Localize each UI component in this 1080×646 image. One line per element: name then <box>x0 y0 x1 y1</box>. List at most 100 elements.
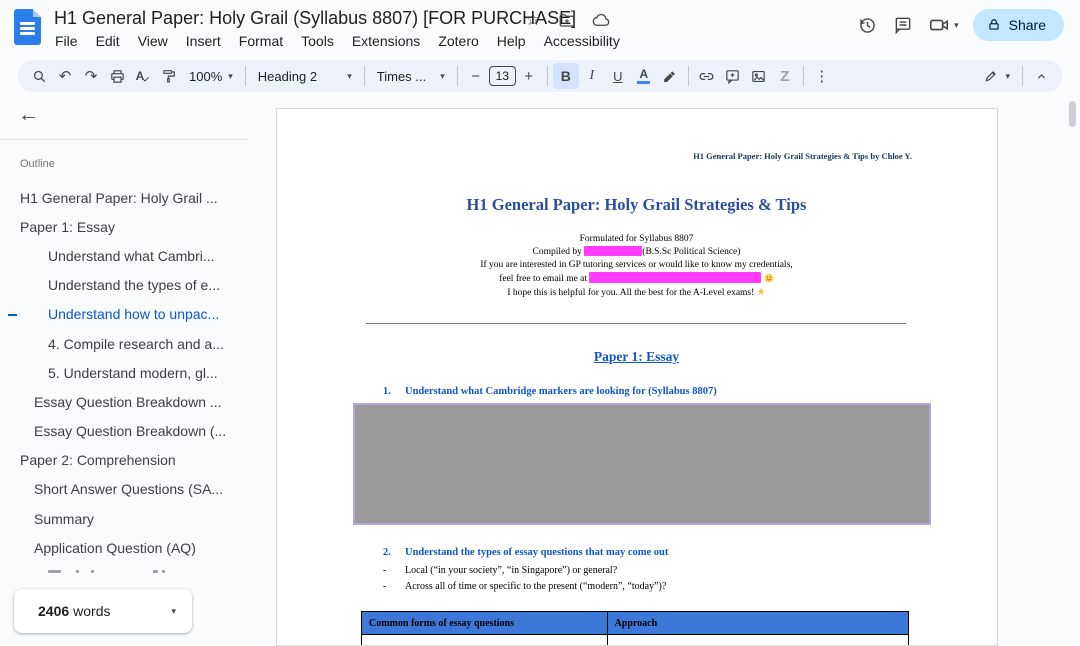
italic-button[interactable]: I <box>579 63 605 89</box>
undo-icon[interactable]: ↶ <box>52 63 78 89</box>
outline-item[interactable]: Paper 2: Comprehension <box>0 446 250 475</box>
intro-line2-prefix: Compiled by <box>533 247 582 257</box>
text-color-button[interactable]: A <box>631 63 657 89</box>
table-header-cell[interactable]: Approach <box>607 612 908 635</box>
print-icon[interactable] <box>104 63 130 89</box>
zoom-value: 100% <box>189 69 222 84</box>
intro-line5-text: I hope this is helpful for you. All the … <box>507 288 754 298</box>
outline-item[interactable]: Short Answer Questions (SA... <box>0 475 250 504</box>
intro-line-1[interactable]: Formulated for Syllabus 8807 <box>321 233 952 246</box>
table-header-cell[interactable]: Common forms of essay questions <box>362 612 608 635</box>
intro-line-4[interactable]: feel free to email me at <box>321 272 952 286</box>
outline-item[interactable]: Understand the types of e... <box>0 271 250 300</box>
numbered-heading-1[interactable]: 1. Understand what Cambridge markers are… <box>277 386 997 400</box>
outline-item[interactable]: H1 General Paper: Holy Grail ... <box>0 183 250 212</box>
menu-zotero[interactable]: Zotero <box>429 31 487 51</box>
zotero-icon[interactable]: Z <box>772 63 798 89</box>
highlight-color-icon[interactable] <box>657 63 683 89</box>
more-options-icon[interactable]: ⋮ <box>809 63 835 89</box>
document-title[interactable]: H1 General Paper: Holy Grail (Syllabus 8… <box>54 8 576 29</box>
outline-item[interactable]: Application Question (AQ) <box>0 533 250 562</box>
word-count-label: words <box>73 603 110 619</box>
bullet-text: Local (“in your society”, “in Singapore”… <box>405 565 617 576</box>
bullet-line-1[interactable]: - Local (“in your society”, “in Singapor… <box>277 565 997 578</box>
menu-tools[interactable]: Tools <box>292 31 343 51</box>
meet-call-button[interactable]: ▾ <box>928 14 959 36</box>
move-folder-icon[interactable] <box>556 9 578 31</box>
redacted-image-selected[interactable] <box>353 403 931 525</box>
outline-item[interactable]: 5. Understand modern, gl... <box>0 358 250 387</box>
insert-link-icon[interactable] <box>694 63 720 89</box>
menu-extensions[interactable]: Extensions <box>343 31 429 51</box>
chevron-down-icon: ▾ <box>347 72 352 81</box>
comments-icon[interactable] <box>892 14 914 36</box>
numbered-heading-2[interactable]: 2. Understand the types of essay questio… <box>277 547 997 561</box>
bullet-line-2[interactable]: - Across all of time or specific to the … <box>277 581 997 594</box>
share-button[interactable]: Share <box>973 9 1064 41</box>
doc-intro-block[interactable]: Formulated for Syllabus 8807 Compiled by… <box>321 233 952 300</box>
toolbar: ↶ ↷ A 100% ▾ Heading 2 ▾ Times ... ▾ − <box>18 60 1062 92</box>
font-family-value: Times ... <box>377 69 426 84</box>
version-history-icon[interactable] <box>856 14 878 36</box>
menu-insert[interactable]: Insert <box>177 31 230 51</box>
menu-file[interactable]: File <box>46 31 87 51</box>
word-count-widget[interactable]: 2406 words ▾ <box>14 589 192 633</box>
chevron-down-icon: ▾ <box>1005 72 1010 81</box>
cloud-saved-icon[interactable] <box>590 9 612 31</box>
outline-item[interactable]: Essay Question Breakdown (... <box>0 417 250 446</box>
outline-item[interactable]: Summary <box>0 504 250 533</box>
chevron-down-icon: ▾ <box>954 21 959 30</box>
paper1-heading[interactable]: Paper 1: Essay <box>321 349 952 365</box>
paragraph-style-select[interactable]: Heading 2 ▾ <box>251 63 359 89</box>
heading-text: Understand the types of essay questions … <box>405 547 668 558</box>
outline-item[interactable]: Understand what Cambri... <box>0 241 250 270</box>
table-body-cell[interactable] <box>607 635 908 646</box>
document-page: H1 General Paper: Holy Grail Strategies … <box>276 108 998 646</box>
scrollbar-thumb[interactable] <box>1069 101 1076 127</box>
paragraph-style-value: Heading 2 <box>258 69 317 84</box>
heading-number: 2. <box>383 547 391 558</box>
star-icon[interactable]: ☆ <box>522 9 544 31</box>
outline-item-active[interactable]: Understand how to unpac... <box>0 300 250 329</box>
chevron-down-icon: ▾ <box>228 72 233 81</box>
intro-line-5[interactable]: I hope this is helpful for you. All the … <box>321 286 952 300</box>
underline-button[interactable]: U <box>605 63 631 89</box>
spellcheck-icon[interactable]: A <box>130 63 156 89</box>
font-size-input[interactable]: 13 <box>489 66 516 86</box>
add-comment-icon[interactable] <box>720 63 746 89</box>
outline-header: Outline <box>20 158 55 170</box>
font-family-select[interactable]: Times ... ▾ <box>370 63 452 89</box>
pencil-icon <box>983 68 999 84</box>
lock-icon <box>987 18 1001 32</box>
outline-item[interactable]: Essay Question Breakdown ... <box>0 387 250 416</box>
insert-image-icon[interactable] <box>746 63 772 89</box>
word-count-value: 2406 <box>38 603 69 619</box>
close-outline-icon[interactable]: ← <box>18 103 39 127</box>
intro-line-3[interactable]: If you are interested in GP tutoring ser… <box>321 259 952 272</box>
menu-accessibility[interactable]: Accessibility <box>535 31 629 51</box>
paint-format-icon[interactable] <box>156 63 182 89</box>
decrease-font-icon[interactable]: − <box>463 63 489 89</box>
menu-format[interactable]: Format <box>230 31 292 51</box>
page-running-header[interactable]: H1 General Paper: Holy Grail Strategies … <box>361 151 912 161</box>
menu-view[interactable]: View <box>129 31 177 51</box>
outline-item[interactable]: Paper 1: Essay <box>0 212 250 241</box>
intro-line2-suffix: (B.S.Sc Political Science) <box>642 247 740 257</box>
zoom-select[interactable]: 100% ▾ <box>182 63 240 89</box>
docs-logo-icon[interactable] <box>14 9 41 45</box>
menu-help[interactable]: Help <box>488 31 535 51</box>
redo-icon[interactable]: ↷ <box>78 63 104 89</box>
redacted-name-box <box>584 246 642 256</box>
increase-font-icon[interactable]: + <box>516 63 542 89</box>
outline-item[interactable]: 4. Compile research and a... <box>0 329 250 358</box>
intro-line-2[interactable]: Compiled by (B.S.Sc Political Science) <box>321 246 952 259</box>
bold-button[interactable]: B <box>553 63 579 89</box>
menu-edit[interactable]: Edit <box>87 31 129 51</box>
editing-mode-select[interactable]: ▾ <box>976 63 1017 89</box>
heading-number: 1. <box>383 386 391 397</box>
search-icon[interactable] <box>26 63 52 89</box>
hide-menus-icon[interactable] <box>1028 63 1054 89</box>
table-body-cell[interactable] <box>362 635 608 646</box>
doc-main-title[interactable]: H1 General Paper: Holy Grail Strategies … <box>321 195 952 215</box>
chevron-down-icon: ▾ <box>171 607 176 616</box>
